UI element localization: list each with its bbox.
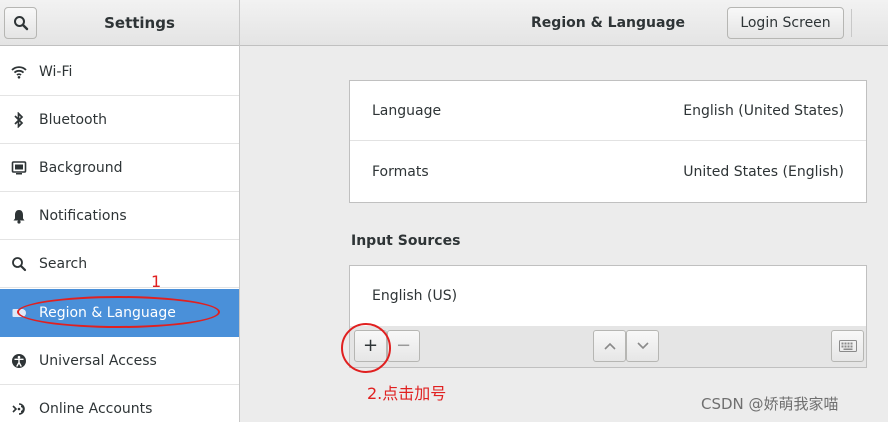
input-sources-list: English (US) — [349, 265, 867, 327]
annotation-ellipse-1 — [17, 296, 220, 328]
move-up-button[interactable] — [593, 330, 626, 362]
header-separator — [851, 9, 852, 37]
remove-input-source-button[interactable]: − — [387, 330, 420, 362]
annotation-circle-2 — [341, 323, 391, 373]
sidebar-item-label: Background — [39, 159, 123, 176]
minus-icon: − — [395, 335, 412, 356]
sidebar-title: Settings — [104, 14, 175, 32]
sidebar-item-label: Notifications — [39, 207, 127, 224]
language-row[interactable]: Language English (United States) — [350, 81, 866, 141]
accessibility-icon — [10, 352, 28, 370]
language-label: Language — [372, 102, 442, 119]
bluetooth-icon — [10, 111, 28, 129]
sidebar-item-notifications[interactable]: Notifications — [0, 192, 239, 240]
watermark: CSDN @娇萌我家喵 — [701, 395, 839, 413]
sidebar: Wi-Fi Bluetooth Background Notifications… — [0, 46, 240, 422]
search-icon — [13, 16, 28, 31]
sidebar-item-label: Wi-Fi — [39, 63, 73, 80]
sidebar-item-label: Online Accounts — [39, 400, 153, 417]
sidebar-item-background[interactable]: Background — [0, 144, 239, 192]
search-icon — [10, 255, 28, 273]
language-formats-panel: Language English (United States) Formats… — [349, 80, 867, 203]
input-sources-title: Input Sources — [351, 233, 461, 249]
input-sources-toolbar: + − — [349, 326, 867, 368]
search-button[interactable] — [4, 7, 37, 39]
background-icon — [10, 159, 28, 177]
sidebar-item-wifi[interactable]: Wi-Fi — [0, 48, 239, 96]
sidebar-item-label: Universal Access — [39, 352, 157, 369]
keyboard-layout-button[interactable] — [831, 330, 864, 362]
language-value: English (United States) — [683, 102, 844, 119]
formats-value: United States (English) — [683, 164, 844, 180]
sidebar-item-online-accounts[interactable]: Online Accounts — [0, 385, 239, 422]
sidebar-item-search[interactable]: Search — [0, 240, 239, 288]
sidebar-item-label: Bluetooth — [39, 111, 107, 128]
formats-label: Formats — [372, 164, 429, 180]
sidebar-item-universal-access[interactable]: Universal Access — [0, 337, 239, 385]
annotation-step-2: 2.点击加号 — [367, 384, 447, 403]
sidebar-item-bluetooth[interactable]: Bluetooth — [0, 96, 239, 144]
formats-row[interactable]: Formats United States (English) — [350, 142, 866, 202]
login-screen-button[interactable]: Login Screen — [727, 7, 844, 39]
move-down-button[interactable] — [626, 330, 659, 362]
wifi-icon — [10, 63, 28, 81]
input-source-label: English (US) — [372, 288, 458, 304]
annotation-step-1: 1 — [151, 272, 162, 291]
online-accounts-icon — [10, 400, 28, 418]
bell-icon — [10, 207, 28, 225]
header-bar: Settings Region & Language Login Screen — [0, 0, 888, 46]
chevron-up-icon — [603, 342, 616, 350]
page-title: Region & Language — [531, 15, 685, 31]
sidebar-header: Settings — [0, 0, 240, 46]
keyboard-icon — [838, 340, 857, 352]
input-source-item[interactable]: English (US) — [350, 266, 866, 326]
chevron-down-icon — [636, 342, 649, 350]
sidebar-item-label: Search — [39, 255, 88, 272]
